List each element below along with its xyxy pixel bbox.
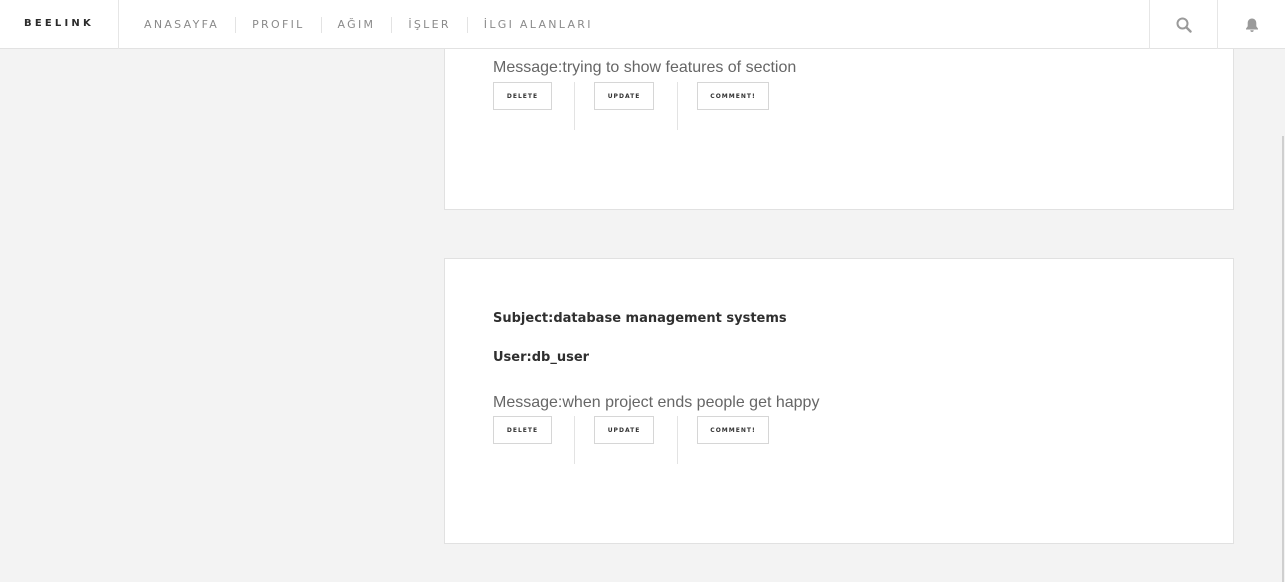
post-actions: DELETE UPDATE COMMENT!	[493, 416, 793, 464]
scrollbar-thumb[interactable]	[1282, 136, 1284, 582]
search-button[interactable]	[1149, 0, 1217, 49]
main-nav: ANASAYFA PROFIL AĞIM İŞLER İLGI ALANLARI	[119, 0, 609, 49]
comment-button[interactable]: COMMENT!	[697, 416, 769, 444]
post-subject: Subject:database management systems	[493, 311, 787, 326]
update-button[interactable]: UPDATE	[594, 82, 654, 110]
nav-item-isler[interactable]: İŞLER	[391, 16, 466, 33]
divider	[574, 82, 575, 130]
nav-item-ilgi-alanlari[interactable]: İLGI ALANLARI	[466, 16, 609, 33]
delete-button[interactable]: DELETE	[493, 416, 552, 444]
comment-button[interactable]: COMMENT!	[697, 82, 769, 110]
divider	[677, 416, 678, 464]
post-card: Subject:database management systems User…	[444, 258, 1234, 544]
post-user: User:db_user	[493, 350, 590, 365]
bell-icon	[1245, 18, 1258, 32]
divider	[574, 416, 575, 464]
delete-button[interactable]: DELETE	[493, 82, 552, 110]
brand-logo[interactable]: BEELINK	[0, 0, 119, 49]
post-actions: DELETE UPDATE COMMENT!	[493, 82, 793, 130]
post-message: Message:trying to show features of secti…	[493, 59, 797, 76]
top-navigation-bar: BEELINK ANASAYFA PROFIL AĞIM İŞLER İLGI …	[0, 0, 1285, 49]
nav-item-agim[interactable]: AĞIM	[320, 16, 392, 33]
post-message: Message:when project ends people get hap…	[493, 394, 820, 411]
search-icon	[1176, 17, 1192, 33]
nav-item-anasayfa[interactable]: ANASAYFA	[119, 17, 235, 33]
nav-item-profil[interactable]: PROFIL	[235, 16, 320, 33]
divider	[677, 82, 678, 130]
update-button[interactable]: UPDATE	[594, 416, 654, 444]
notifications-button[interactable]	[1217, 0, 1285, 49]
